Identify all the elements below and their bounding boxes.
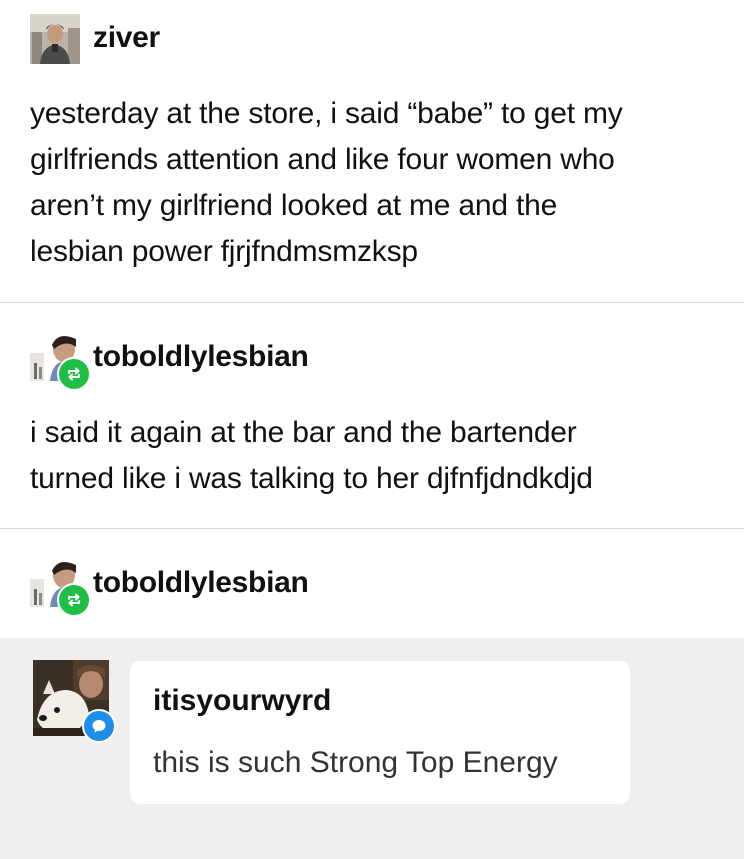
post-divider xyxy=(0,302,744,303)
reply-badge xyxy=(82,709,116,743)
reblog-badge xyxy=(57,583,91,617)
reply-username[interactable]: itisyourwyrd xyxy=(153,683,331,719)
post-body-line: yesterday at the store, i said “babe” to… xyxy=(30,97,623,130)
post-username[interactable]: toboldlylesbian xyxy=(93,339,309,375)
avatar-ziver-image xyxy=(30,14,80,64)
avatar-ziver[interactable] xyxy=(30,14,80,64)
post-divider xyxy=(0,528,744,529)
reply-card: itisyourwyrd this is such Strong Top Ene… xyxy=(130,661,630,804)
post-username[interactable]: ziver xyxy=(93,20,160,56)
post-body: i said it again at the bar and the barte… xyxy=(30,410,720,502)
post-body-line: aren’t my girlfriend looked at me and th… xyxy=(30,189,558,222)
post-body-line: turned like i was talking to her djfnfjd… xyxy=(30,462,593,495)
reblog-icon xyxy=(68,367,80,381)
post-body-line: i said it again at the bar and the barte… xyxy=(30,416,577,449)
speech-bubble-icon xyxy=(92,720,106,733)
post-body: yesterday at the store, i said “babe” to… xyxy=(30,91,720,275)
reblog-icon xyxy=(68,593,80,607)
post-body-line: girlfriends attention and like four wome… xyxy=(30,143,615,176)
post-body-line: lesbian power fjrjfndmsmzksp xyxy=(30,235,418,268)
reblog-badge xyxy=(57,357,91,391)
reply-text: this is such Strong Top Energy xyxy=(153,746,558,779)
post-username[interactable]: toboldlylesbian xyxy=(93,565,309,601)
